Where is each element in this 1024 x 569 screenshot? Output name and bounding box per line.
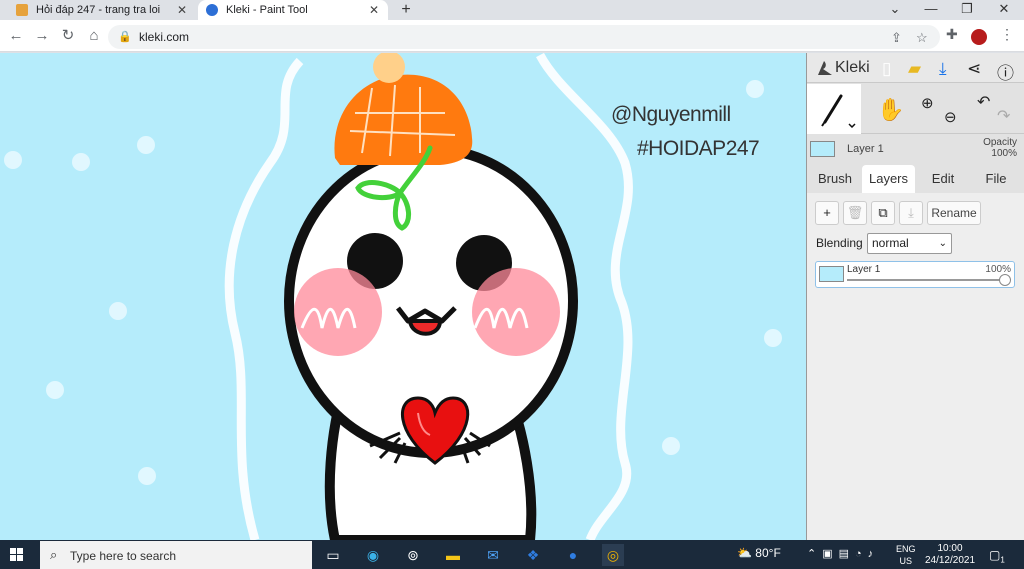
new-tab-button[interactable]: +	[396, 1, 416, 19]
panel-tabs: Brush Layers Edit File	[807, 165, 1024, 193]
tab-layers[interactable]: Layers	[862, 165, 915, 193]
opacity-label: Opacity	[983, 137, 1017, 148]
tab-search-icon[interactable]: ⌄	[877, 0, 913, 20]
tab-hoidap247[interactable]: Hỏi đáp 247 - trang tra loi ✕	[8, 0, 196, 20]
tab-title: Kleki - Paint Tool	[226, 4, 308, 16]
brush-tool-button[interactable]	[807, 84, 861, 134]
search-placeholder: Type here to search	[70, 549, 177, 563]
reload-button[interactable]: ↻	[58, 26, 78, 46]
download-icon[interactable]: ⤓	[939, 59, 947, 79]
chrome-icon[interactable]: ◎	[602, 544, 624, 566]
layer-opacity-slider-handle[interactable]	[999, 274, 1011, 286]
tab-title: Hỏi đáp 247 - trang tra loi	[36, 4, 161, 16]
mail-icon[interactable]: ✉	[482, 544, 504, 566]
opacity-readout: Opacity 100%	[983, 137, 1017, 159]
blending-value: normal	[872, 236, 909, 250]
notification-icon[interactable]: ▢1	[989, 548, 1005, 564]
brush-icon	[821, 94, 856, 129]
chevron-down-icon: ⌄	[938, 238, 947, 249]
browser-tab-strip: Hỏi đáp 247 - trang tra loi ✕ Kleki - Pa…	[0, 0, 1024, 20]
kleki-logo-icon	[818, 61, 832, 75]
blending-label: Blending	[816, 236, 863, 250]
bookmark-star-icon[interactable]: ☆	[916, 30, 928, 46]
layer-item-opacity: 100%	[985, 264, 1011, 275]
zoom-out-icon[interactable]: ⊖	[944, 108, 957, 126]
windows-start-icon[interactable]	[10, 548, 23, 561]
system-clock[interactable]: 10:00 24/12/2021	[922, 543, 978, 567]
minimize-button[interactable]: —	[913, 0, 949, 20]
browser-toolbar: ← → ↻ ⌂ 🔒 kleki.com ⇪ ☆ ✚ ⋮	[0, 20, 1024, 52]
zoom-in-icon[interactable]: ⊕	[921, 94, 934, 112]
back-button[interactable]: ←	[6, 26, 26, 46]
help-icon[interactable]: ⓘ	[997, 59, 1014, 84]
search-icon: ⌕	[50, 547, 58, 562]
hand-tool-icon[interactable]: ✋	[877, 97, 904, 123]
home-button[interactable]: ⌂	[84, 26, 104, 46]
zalo-icon[interactable]: ●	[562, 544, 584, 566]
lock-icon: 🔒	[118, 31, 132, 43]
dropbox-icon[interactable]: ❖	[522, 544, 544, 566]
tab-kleki[interactable]: Kleki - Paint Tool ✕	[198, 0, 388, 20]
watermark-handle: @Nguyenmill	[611, 103, 731, 126]
extensions-icon[interactable]: ✚	[946, 26, 958, 43]
weather-icon: ⛅	[737, 546, 752, 560]
kleki-favicon-icon	[206, 4, 218, 16]
language-code: ENG	[896, 544, 916, 554]
tab-file[interactable]: File	[971, 165, 1021, 193]
merge-layer-button[interactable]: ⤓	[899, 201, 923, 225]
kleki-logo-text: Kleki	[835, 59, 870, 76]
new-image-icon[interactable]: ▯	[882, 59, 891, 79]
tool-row: ✋ ⊕ ⊖ ↶ ↷	[807, 84, 1024, 134]
share-icon[interactable]: ⋖	[967, 59, 981, 79]
panel-header: Kleki ▯ ▰ ⤓ ⋖ ⓘ	[807, 53, 1024, 83]
opacity-value: 100%	[991, 148, 1017, 159]
layer-opacity-slider[interactable]	[847, 279, 1007, 281]
kleki-side-panel: Kleki ▯ ▰ ⤓ ⋖ ⓘ ✋ ⊕ ⊖ ↶ ↷ Layer 1 Opacit…	[806, 53, 1024, 540]
close-tab-icon[interactable]: ✕	[368, 3, 380, 17]
watermark-hashtag: #HOIDAP247	[637, 137, 760, 160]
profile-avatar[interactable]	[971, 29, 987, 45]
blending-select[interactable]: normal ⌄	[867, 233, 952, 254]
edge-browser-icon[interactable]: ◉	[362, 544, 384, 566]
share-icon[interactable]: ⇪	[891, 30, 902, 46]
close-tab-icon[interactable]: ✕	[176, 3, 188, 17]
current-layer-name: Layer 1	[847, 143, 884, 155]
rename-button[interactable]: Rename	[927, 201, 981, 225]
clock-date: 24/12/2021	[924, 555, 976, 566]
taskbar-search-box[interactable]: ⌕ Type here to search	[40, 541, 312, 569]
menu-kebab-icon[interactable]: ⋮	[1000, 26, 1014, 43]
layers-panel: + 🗑 ⧉ ⤓ Rename Blending normal ⌄ Layer 1…	[807, 193, 1024, 540]
windows-taskbar: ⌕ Type here to search ▭ ◉ ⊚ ▬ ✉ ❖ ● ◎ ⛅ …	[0, 540, 1024, 569]
layer-thumbnail	[819, 266, 844, 282]
current-layer-row: Layer 1 Opacity 100%	[807, 135, 1024, 163]
hoidap-favicon-icon	[16, 4, 28, 16]
duplicate-layer-button[interactable]: ⧉	[871, 201, 895, 225]
close-window-button[interactable]: ✕	[986, 0, 1022, 20]
keyboard-region: US	[899, 556, 913, 566]
forward-button[interactable]: →	[32, 26, 52, 46]
restore-button[interactable]: ❐	[949, 0, 985, 20]
system-tray[interactable]: ⌃▣▤◔♪	[807, 547, 879, 560]
drawing-canvas[interactable]: @Nguyenmill #HOIDAP247	[0, 53, 806, 540]
redo-icon[interactable]: ↷	[997, 106, 1010, 126]
address-bar[interactable]: 🔒 kleki.com ⇪ ☆	[108, 25, 940, 49]
tab-edit[interactable]: Edit	[919, 165, 967, 193]
open-folder-icon[interactable]: ▰	[908, 59, 921, 79]
layer-list-item[interactable]: Layer 1 100%	[815, 261, 1015, 288]
store-icon[interactable]: ⊚	[402, 544, 424, 566]
url-text[interactable]: kleki.com	[139, 30, 189, 44]
tab-brush[interactable]: Brush	[811, 165, 859, 193]
language-indicator[interactable]: ENG US	[896, 543, 916, 567]
layer-item-name: Layer 1	[847, 264, 881, 275]
undo-icon[interactable]: ↶	[977, 92, 990, 112]
clock-time: 10:00	[937, 543, 963, 554]
weather-temp: 80°F	[755, 546, 781, 560]
notification-count: 1	[1000, 555, 1005, 565]
task-view-icon[interactable]: ▭	[322, 544, 344, 566]
layer-thumbnail[interactable]	[810, 141, 835, 157]
weather-widget[interactable]: ⛅ 80°F	[737, 546, 781, 560]
delete-layer-button[interactable]: 🗑	[843, 201, 867, 225]
file-explorer-icon[interactable]: ▬	[442, 544, 464, 566]
add-layer-button[interactable]: +	[815, 201, 839, 225]
